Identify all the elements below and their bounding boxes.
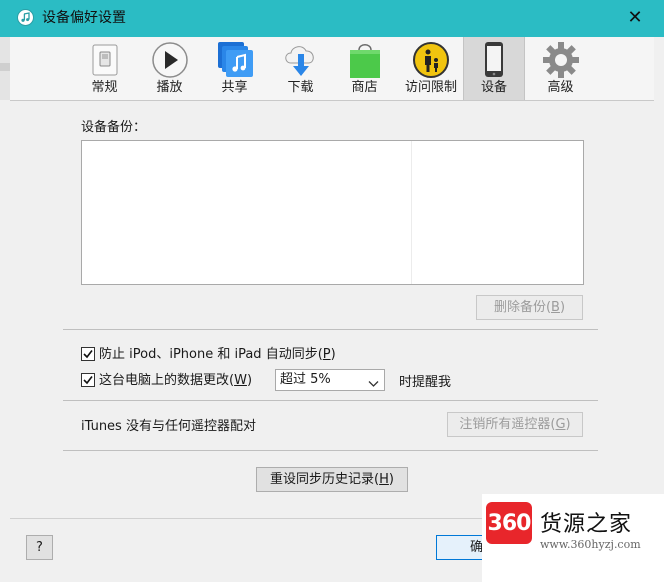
window-edge-shadow [0, 63, 10, 71]
chevron-down-icon [368, 375, 379, 395]
preferences-window: 设备偏好设置 ✕ 常规 播放 共享 下载 商店 访问限制 设备 高级 设备备份：… [0, 0, 664, 582]
tab-store-label: 商店 [351, 80, 378, 95]
watermark-brand-name: 货源之家 [540, 512, 633, 537]
tab-restrictions[interactable]: 访问限制 [402, 37, 460, 100]
reset-sync-history-button[interactable]: 重设同步历史记录(H) [256, 467, 408, 492]
tab-playback-label: 播放 [156, 80, 183, 95]
gear-icon [541, 41, 581, 79]
data-change-text: 这台电脑上的数据更改(W) [99, 373, 253, 388]
preferences-toolbar: 常规 播放 共享 下载 商店 访问限制 设备 高级 [10, 37, 654, 101]
sharing-music-icon [215, 41, 255, 79]
data-change-checkbox[interactable] [81, 373, 95, 387]
prevent-sync-checkbox[interactable] [81, 347, 95, 361]
tab-sharing-label: 共享 [221, 80, 248, 95]
tab-advanced-label: 高级 [547, 80, 574, 95]
device-backup-list[interactable] [81, 140, 584, 285]
tab-devices-label: 设备 [480, 80, 507, 95]
watermark-url: www.360hyzj.com [540, 538, 641, 551]
window-title: 设备偏好设置 [42, 10, 126, 26]
divider-2 [63, 400, 598, 401]
divider-1 [63, 329, 598, 330]
remote-status-text: iTunes 没有与任何遥控器配对 [81, 419, 256, 434]
iphone-device-icon [474, 41, 514, 79]
tab-downloads-label: 下载 [287, 80, 314, 95]
tab-store[interactable]: 商店 [342, 37, 387, 100]
parental-restrictions-icon [411, 41, 451, 79]
threshold-select-value: 超过 5% [280, 372, 331, 387]
remind-me-text: 时提醒我 [399, 375, 452, 390]
tab-sharing[interactable]: 共享 [212, 37, 257, 100]
deauthorize-remotes-button[interactable]: 注销所有遥控器(G) [447, 412, 583, 437]
tab-restrictions-label: 访问限制 [404, 80, 457, 95]
tab-general-label: 常规 [91, 80, 118, 95]
tab-downloads[interactable]: 下载 [278, 37, 323, 100]
general-switch-icon [85, 41, 125, 79]
column-divider [411, 141, 412, 284]
watermark-logo: 360 [486, 502, 532, 544]
play-icon [150, 41, 190, 79]
tab-devices[interactable]: 设备 [463, 37, 525, 100]
store-bag-icon [345, 41, 385, 79]
close-button[interactable]: ✕ [618, 4, 652, 32]
watermark: 360 货源之家 www.360hyzj.com [482, 494, 664, 582]
tab-advanced[interactable]: 高级 [538, 37, 583, 100]
cloud-download-icon [281, 41, 321, 79]
threshold-select[interactable]: 超过 5% [275, 369, 385, 391]
tab-general[interactable]: 常规 [82, 37, 127, 100]
close-icon: ✕ [627, 7, 643, 28]
device-backup-label: 设备备份： [81, 120, 147, 135]
help-button[interactable]: ? [26, 535, 53, 560]
help-icon: ? [36, 540, 43, 555]
delete-backup-button[interactable]: 删除备份(B) [476, 295, 583, 320]
itunes-app-icon [17, 9, 34, 26]
prevent-sync-text: 防止 iPod、iPhone 和 iPad 自动同步(P) [99, 347, 336, 362]
title-bar: 设备偏好设置 ✕ [0, 0, 664, 37]
divider-3 [63, 450, 598, 451]
tab-playback[interactable]: 播放 [147, 37, 192, 100]
